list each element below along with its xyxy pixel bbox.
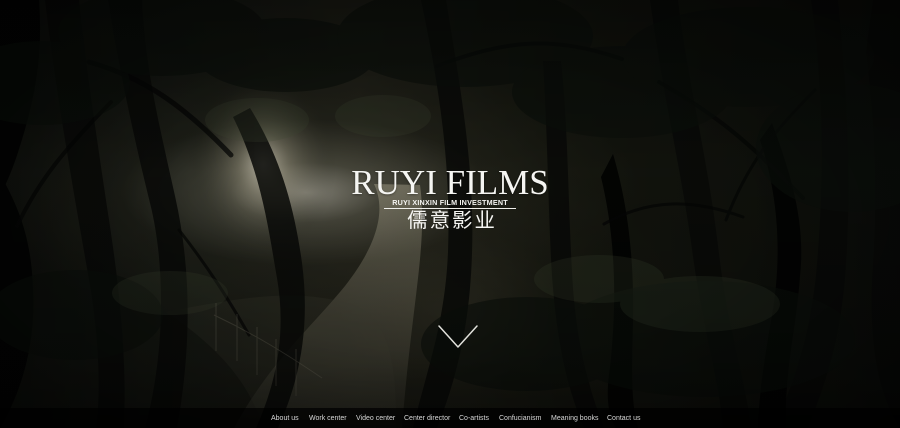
nav-confucianism[interactable]: Confucianism	[499, 413, 541, 425]
ruyi-films-logo: RUYI FILMS RUYI XINXIN FILM INVESTMENT 儒…	[339, 163, 561, 232]
chevron-down-icon	[438, 325, 478, 348]
nav-work-center[interactable]: Work center	[309, 413, 347, 425]
footer-navigation: About us Work center Video center Center…	[0, 408, 900, 428]
forest-hero-background: RUYI FILMS RUYI XINXIN FILM INVESTMENT 儒…	[0, 0, 900, 428]
brand-chinese-name: 儒意影业	[407, 208, 497, 232]
brand-name: RUYI FILMS	[351, 163, 549, 202]
nav-center-director[interactable]: Center director	[404, 413, 450, 425]
brand-subtitle: RUYI XINXIN FILM INVESTMENT	[392, 198, 508, 207]
scroll-down-button[interactable]	[438, 325, 478, 349]
nav-meaning-books[interactable]: Meaning books	[551, 413, 598, 425]
nav-about-us[interactable]: About us	[271, 413, 299, 425]
nav-co-artists[interactable]: Co-artists	[459, 413, 489, 425]
nav-contact-us[interactable]: Contact us	[607, 413, 640, 425]
nav-video-center[interactable]: Video center	[356, 413, 395, 425]
